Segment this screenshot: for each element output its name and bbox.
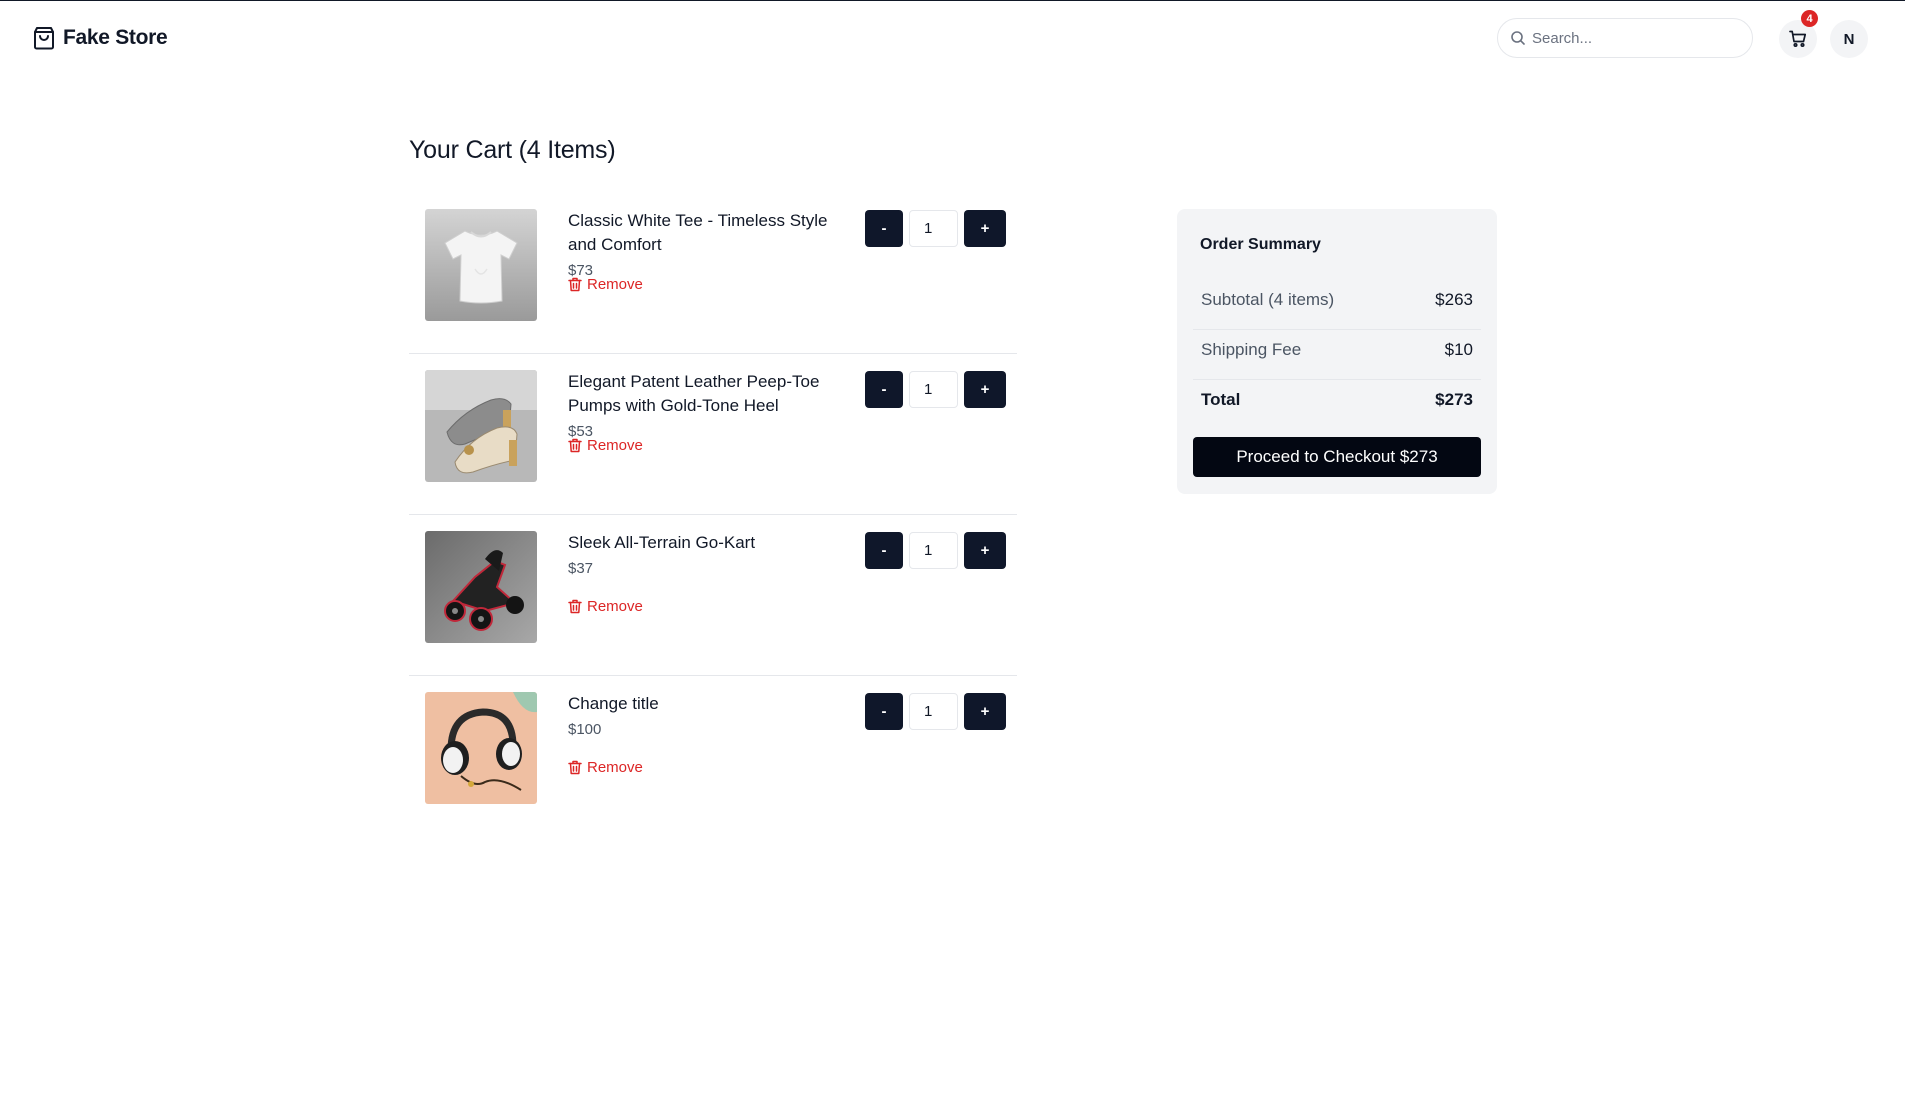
subtotal-row: Subtotal (4 items) $263: [1193, 275, 1481, 325]
cart-item: Classic White Tee - Timeless Style and C…: [409, 193, 1017, 354]
search-icon: [1510, 30, 1526, 46]
shipping-row: Shipping Fee $10: [1193, 325, 1481, 375]
quantity-stepper: - +: [865, 693, 1006, 730]
trash-icon: [568, 438, 582, 453]
site-header: Fake Store 4 N: [0, 1, 1905, 73]
item-title[interactable]: Classic White Tee - Timeless Style and C…: [568, 209, 840, 257]
cart-item: Elegant Patent Leather Peep-Toe Pumps wi…: [409, 354, 1017, 515]
remove-button[interactable]: Remove: [568, 276, 643, 293]
white-tshirt-image[interactable]: [425, 209, 537, 321]
decrement-button[interactable]: -: [865, 693, 903, 730]
subtotal-value: $263: [1435, 290, 1473, 309]
quantity-input[interactable]: [909, 210, 958, 247]
remove-label: Remove: [587, 276, 643, 293]
remove-label: Remove: [587, 437, 643, 454]
remove-button[interactable]: Remove: [568, 598, 643, 615]
increment-button[interactable]: +: [964, 210, 1006, 247]
go-kart-image[interactable]: [425, 531, 537, 643]
item-title[interactable]: Elegant Patent Leather Peep-Toe Pumps wi…: [568, 370, 840, 418]
trash-icon: [568, 599, 582, 614]
increment-button[interactable]: +: [964, 371, 1006, 408]
shopping-bag-icon: [33, 26, 55, 50]
total-value: $273: [1435, 390, 1473, 409]
item-title[interactable]: Sleek All-Terrain Go-Kart: [568, 531, 840, 555]
item-info: Sleek All-Terrain Go-Kart $37: [568, 531, 840, 579]
quantity-stepper: - +: [865, 210, 1006, 247]
total-row: Total $273: [1193, 375, 1481, 425]
brand-link[interactable]: Fake Store: [33, 25, 168, 51]
peep-toe-pumps-image[interactable]: [425, 370, 537, 482]
decrement-button[interactable]: -: [865, 371, 903, 408]
remove-button[interactable]: Remove: [568, 759, 643, 776]
decrement-button[interactable]: -: [865, 532, 903, 569]
item-price: $100: [568, 721, 602, 738]
quantity-input[interactable]: [909, 371, 958, 408]
subtotal-label: Subtotal (4 items): [1201, 290, 1335, 309]
total-label: Total: [1201, 390, 1241, 409]
increment-button[interactable]: +: [964, 532, 1006, 569]
trash-icon: [568, 760, 582, 775]
cart-icon: [1789, 30, 1807, 48]
quantity-stepper: - +: [865, 371, 1006, 408]
quantity-input[interactable]: [909, 693, 958, 730]
cart-count-badge: 4: [1801, 10, 1818, 27]
cart-item: Change title $100 Remove - +: [409, 676, 1017, 837]
checkout-button[interactable]: Proceed to Checkout $273: [1193, 437, 1481, 477]
shipping-label: Shipping Fee: [1201, 340, 1302, 359]
item-title[interactable]: Change title: [568, 692, 840, 716]
remove-label: Remove: [587, 759, 643, 776]
shipping-value: $10: [1444, 340, 1473, 359]
cart-item: Sleek All-Terrain Go-Kart $37 Remove - +: [409, 515, 1017, 676]
trash-icon: [568, 277, 582, 292]
cart-item-list: Classic White Tee - Timeless Style and C…: [409, 193, 1017, 837]
item-info: Classic White Tee - Timeless Style and C…: [568, 209, 840, 281]
quantity-stepper: - +: [865, 532, 1006, 569]
decrement-button[interactable]: -: [865, 210, 903, 247]
remove-button[interactable]: Remove: [568, 437, 643, 454]
order-summary-title: Order Summary: [1200, 236, 1321, 253]
item-info: Change title $100: [568, 692, 840, 740]
page-title: Your Cart (4 Items): [409, 136, 616, 164]
remove-label: Remove: [587, 598, 643, 615]
search-box: [1497, 18, 1753, 58]
headphones-image[interactable]: [425, 692, 537, 804]
brand-name: Fake Store: [63, 26, 168, 49]
search-input[interactable]: [1532, 29, 1742, 47]
item-info: Elegant Patent Leather Peep-Toe Pumps wi…: [568, 370, 840, 442]
quantity-input[interactable]: [909, 532, 958, 569]
user-avatar[interactable]: N: [1830, 20, 1868, 58]
increment-button[interactable]: +: [964, 693, 1006, 730]
item-price: $37: [568, 560, 594, 577]
order-summary: Order Summary Subtotal (4 items) $263 Sh…: [1177, 209, 1497, 494]
